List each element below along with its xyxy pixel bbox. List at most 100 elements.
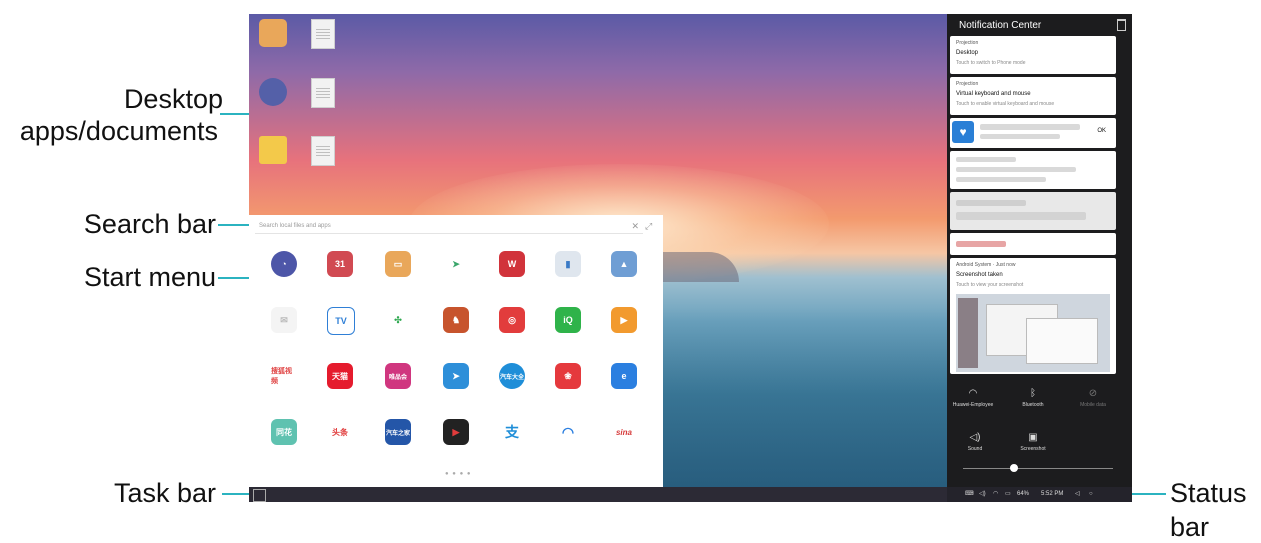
app-icon-iqiyi[interactable]: iQ xyxy=(555,307,581,333)
notification-card-blurred[interactable] xyxy=(950,233,1116,255)
desktop-app-icon-archive[interactable] xyxy=(259,19,287,47)
app-icon-vip[interactable]: 唯品会 xyxy=(385,363,411,389)
blurred-content xyxy=(956,167,1076,172)
ok-button[interactable]: OK xyxy=(1097,128,1106,134)
expand-icon[interactable]: ⤢ xyxy=(645,219,652,233)
app-icon-mail[interactable]: ✉ xyxy=(271,307,297,333)
mobile-data-label: Mobile data xyxy=(1080,402,1106,408)
app-icon-messenger[interactable]: ➤ xyxy=(443,363,469,389)
screenshot-label: Screenshot xyxy=(1020,446,1046,452)
app-icon-sohu-video[interactable]: 搜狐视频 xyxy=(271,363,297,389)
app-icon-alipay[interactable]: 支 xyxy=(499,419,525,445)
wifi-label: Huawei-Employee xyxy=(952,402,994,408)
app-icon-pinwheel[interactable]: ✣ xyxy=(385,307,411,333)
app-icon-browser[interactable]: e xyxy=(611,363,637,389)
speaker-icon: ◁) xyxy=(969,432,981,443)
notification-card-blurred[interactable] xyxy=(950,151,1116,189)
callout-status-line1: Status xyxy=(1170,478,1247,508)
battery-percent: 64% xyxy=(1017,491,1030,497)
app-icon-archive[interactable]: ▭ xyxy=(385,251,411,277)
start-menu: Search local files and apps ✕ ⤢ ◔ 31 ▭ ➤… xyxy=(249,215,663,487)
app-icon-finance[interactable]: 同花 xyxy=(271,419,297,445)
sound-toggle[interactable]: ◁) Sound xyxy=(955,432,995,452)
mobile-data-toggle[interactable]: ⊘ Mobile data xyxy=(1073,388,1113,408)
card-source: Android System · Just now xyxy=(956,262,1016,268)
blurred-content xyxy=(956,200,1026,206)
notification-card-app[interactable]: ♥ OK xyxy=(950,118,1116,148)
volume-icon[interactable]: ◁) xyxy=(979,487,986,502)
app-icon-cloud[interactable]: ◠ xyxy=(555,419,581,445)
app-icon-send[interactable]: ➤ xyxy=(443,251,469,277)
desktop-app-icon-chart[interactable] xyxy=(259,78,287,106)
clock-time: 5:52 PM xyxy=(1041,491,1064,497)
bluetooth-toggle[interactable]: ᛒ Bluetooth xyxy=(1013,388,1053,408)
task-bar xyxy=(249,487,947,502)
sound-label: Sound xyxy=(967,446,983,452)
screenshot-thumbnail[interactable] xyxy=(956,294,1110,372)
app-heart-icon: ♥ xyxy=(952,121,974,143)
notification-card-screenshot[interactable]: Android System · Just now Screenshot tak… xyxy=(950,258,1116,374)
callout-desktop-line1: Desktop xyxy=(123,84,223,114)
start-button[interactable] xyxy=(253,489,266,502)
brightness-slider-handle[interactable] xyxy=(1010,464,1018,472)
app-icon-autohome[interactable]: 汽车之家 xyxy=(385,419,411,445)
wifi-icon: ◠ xyxy=(968,388,978,399)
bluetooth-label: Bluetooth xyxy=(1022,402,1044,408)
app-icon-music[interactable]: ◎ xyxy=(499,307,525,333)
notification-card-blurred[interactable] xyxy=(950,192,1116,230)
app-label: 头条 xyxy=(332,427,348,437)
card-source: Projection xyxy=(956,81,979,87)
status-bar: ⌨ ◁) ◠ ▭ 64% 5:52 PM ◁ ○ xyxy=(947,487,1132,502)
callout-desktop-line2: apps/documents xyxy=(19,116,218,146)
wifi-toggle[interactable]: ◠ Huawei-Employee xyxy=(949,388,997,408)
bluetooth-icon: ᛒ xyxy=(1030,388,1036,399)
app-icon-car-guide[interactable]: 汽车大全 xyxy=(499,363,525,389)
callout-desktop: Desktop xyxy=(113,84,223,115)
app-icon-chart[interactable]: ◔ xyxy=(271,251,297,277)
desktop-document-icon[interactable] xyxy=(311,19,335,49)
app-icon-sina[interactable]: sina xyxy=(611,419,637,445)
card-subtitle: Touch to switch to Phone mode xyxy=(956,60,1026,66)
app-icon-video[interactable]: ▶ xyxy=(611,307,637,333)
search-bar[interactable]: Search local files and apps ✕ xyxy=(255,219,643,234)
back-icon[interactable]: ◁ xyxy=(1075,487,1080,502)
callout-desktop-2: apps/documents xyxy=(8,116,218,147)
app-icon-notes[interactable]: ▮ xyxy=(555,251,581,277)
app-label: 汽车之家 xyxy=(385,430,410,437)
page-indicator[interactable]: ● ● ● ● xyxy=(445,471,472,477)
app-icon-tmall[interactable]: 天猫 xyxy=(327,363,353,389)
card-subtitle: Touch to view your screenshot xyxy=(956,282,1024,288)
app-icon-tv[interactable]: TV xyxy=(327,307,355,335)
notification-card-projection-keyboard[interactable]: Projection Virtual keyboard and mouse To… xyxy=(950,77,1116,115)
app-icon-player[interactable]: ▶ xyxy=(443,419,469,445)
screenshot-toggle[interactable]: ▣ Screenshot xyxy=(1013,432,1053,452)
app-icon-shop[interactable]: ❀ xyxy=(555,363,581,389)
keyboard-icon[interactable]: ⌨ xyxy=(965,487,974,502)
desktop-document-icon[interactable] xyxy=(311,78,335,108)
notification-card-projection-desktop[interactable]: Projection Desktop Touch to switch to Ph… xyxy=(950,36,1116,74)
app-label: 搜狐视频 xyxy=(271,368,292,385)
app-icon-game[interactable]: ♞ xyxy=(443,307,469,333)
app-icon-toutiao[interactable]: 头条 xyxy=(327,419,353,445)
notification-center-title: Notification Center xyxy=(959,20,1042,31)
wifi-icon[interactable]: ◠ xyxy=(993,487,998,502)
app-icon-gallery[interactable]: ▲ xyxy=(611,251,637,277)
leader-search-bar xyxy=(218,224,252,226)
blurred-content xyxy=(956,212,1086,220)
trash-icon[interactable] xyxy=(1117,19,1126,31)
desktop-folder-icon[interactable] xyxy=(259,136,287,164)
mobile-data-icon: ⊘ xyxy=(1088,388,1098,399)
app-label: 汽车大全 xyxy=(499,374,524,381)
card-source: Projection xyxy=(956,40,979,46)
home-icon[interactable]: ○ xyxy=(1089,487,1093,502)
app-icon-wps[interactable]: W xyxy=(499,251,525,277)
notification-center: Notification Center Projection Desktop T… xyxy=(947,14,1132,487)
calendar-day: 31 xyxy=(334,259,345,269)
blurred-content xyxy=(956,241,1006,247)
desktop-document-icon[interactable] xyxy=(311,136,335,166)
brightness-slider-track[interactable] xyxy=(963,468,1113,469)
app-icon-calendar[interactable]: 31 xyxy=(327,251,353,277)
callout-task-bar: Task bar xyxy=(113,478,216,508)
close-icon[interactable]: ✕ xyxy=(631,219,639,233)
app-label: 同花 xyxy=(276,427,292,437)
